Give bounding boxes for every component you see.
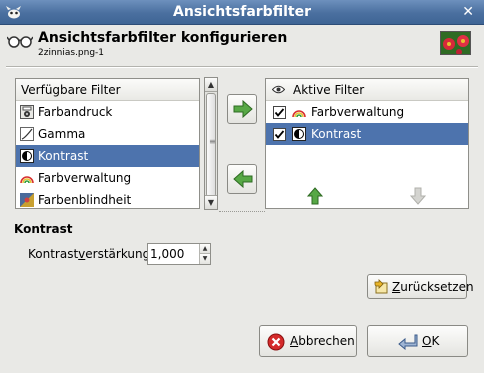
available-filter-kontrast[interactable]: Kontrast bbox=[16, 145, 199, 167]
contrast-icon bbox=[20, 149, 34, 163]
list-item-label: Farbverwaltung bbox=[38, 171, 132, 185]
close-window-button[interactable]: ✕ bbox=[462, 4, 474, 20]
left-arrow-icon bbox=[233, 170, 253, 188]
list-item-label: Farbandruck bbox=[38, 105, 113, 119]
available-filter-gamma[interactable]: Gamma bbox=[16, 123, 199, 145]
list-item-label: Gamma bbox=[38, 127, 86, 141]
glasses-icon bbox=[7, 36, 33, 48]
active-filter-farbverwaltung[interactable]: Farbverwaltung bbox=[266, 101, 468, 123]
printer-icon bbox=[20, 105, 34, 119]
scrollbar-thumb[interactable]: ≡ bbox=[206, 93, 216, 197]
reset-button[interactable]: Zurücksetzen bbox=[367, 274, 474, 299]
settings-section-title: Kontrast bbox=[14, 222, 73, 236]
contrast-icon bbox=[292, 127, 306, 141]
contrast-amount-input[interactable] bbox=[150, 246, 198, 262]
enter-arrow-icon bbox=[398, 334, 418, 350]
list-item-label: Kontrast bbox=[311, 127, 362, 141]
divider bbox=[219, 211, 265, 213]
active-filter-kontrast[interactable]: Kontrast bbox=[266, 123, 468, 145]
ok-button[interactable]: OK bbox=[367, 325, 468, 357]
checkbox-checked-icon[interactable] bbox=[273, 128, 286, 141]
available-filters-scrollbar[interactable]: ▲ ≡ ▼ bbox=[204, 77, 218, 210]
available-filter-farbenblindheit[interactable]: Farbenblindheit bbox=[16, 189, 199, 208]
available-filter-farbandruck[interactable]: Farbandruck bbox=[16, 101, 199, 123]
cancel-button-label: Abbrechen bbox=[290, 334, 355, 348]
spin-up-icon[interactable]: ▲ bbox=[199, 244, 210, 254]
list-item-label: Farbenblindheit bbox=[38, 193, 132, 207]
image-thumbnail bbox=[440, 31, 471, 55]
image-name: 2zinnias.png-1 bbox=[38, 48, 105, 58]
add-filter-button[interactable] bbox=[227, 94, 257, 124]
available-filters-list[interactable]: Verfügbare Filter Farbandruck Gamma Kont… bbox=[15, 78, 200, 209]
reset-icon bbox=[374, 279, 388, 294]
cancel-button[interactable]: Abbrechen bbox=[259, 325, 357, 357]
contrast-amount-label: Kontrastverstärkung: bbox=[28, 247, 155, 261]
active-filters-list[interactable]: Aktive Filter Farbverwaltung Kontrast bbox=[265, 78, 469, 209]
remove-filter-button[interactable] bbox=[227, 164, 257, 194]
list-item-label: Kontrast bbox=[38, 149, 89, 163]
window-title: Ansichtsfarbfilter bbox=[173, 4, 311, 20]
reset-button-label: Zurücksetzen bbox=[392, 280, 474, 294]
available-filter-farbverwaltung[interactable]: Farbverwaltung bbox=[16, 167, 199, 189]
checkbox-checked-icon[interactable] bbox=[273, 106, 286, 119]
color-management-icon bbox=[292, 110, 306, 118]
cancel-icon bbox=[267, 333, 285, 351]
header-separator bbox=[6, 66, 478, 68]
contrast-amount-spinbutton[interactable]: ▲ ▼ bbox=[147, 243, 211, 265]
colorblind-icon bbox=[20, 193, 34, 207]
available-filters-header[interactable]: Verfügbare Filter bbox=[16, 79, 199, 101]
list-item-label: Farbverwaltung bbox=[311, 105, 405, 119]
spin-down-icon[interactable]: ▼ bbox=[199, 254, 210, 264]
color-management-icon bbox=[20, 176, 34, 184]
dialog-heading: Ansichtsfarbfilter konfigurieren bbox=[38, 30, 288, 46]
scroll-up-arrow-icon[interactable]: ▲ bbox=[205, 78, 217, 92]
active-filters-header-label: Aktive Filter bbox=[293, 83, 365, 97]
title-bar: Ansichtsfarbfilter ✕ bbox=[0, 0, 484, 25]
scroll-down-arrow-icon[interactable]: ▼ bbox=[205, 195, 217, 209]
active-filters-header[interactable]: Aktive Filter bbox=[266, 79, 468, 101]
gamma-curve-icon bbox=[20, 127, 34, 141]
ok-button-label: OK bbox=[422, 334, 440, 348]
move-down-button[interactable] bbox=[410, 187, 426, 205]
right-arrow-icon bbox=[233, 100, 253, 118]
move-up-button[interactable] bbox=[307, 187, 323, 205]
eye-icon bbox=[272, 85, 285, 94]
